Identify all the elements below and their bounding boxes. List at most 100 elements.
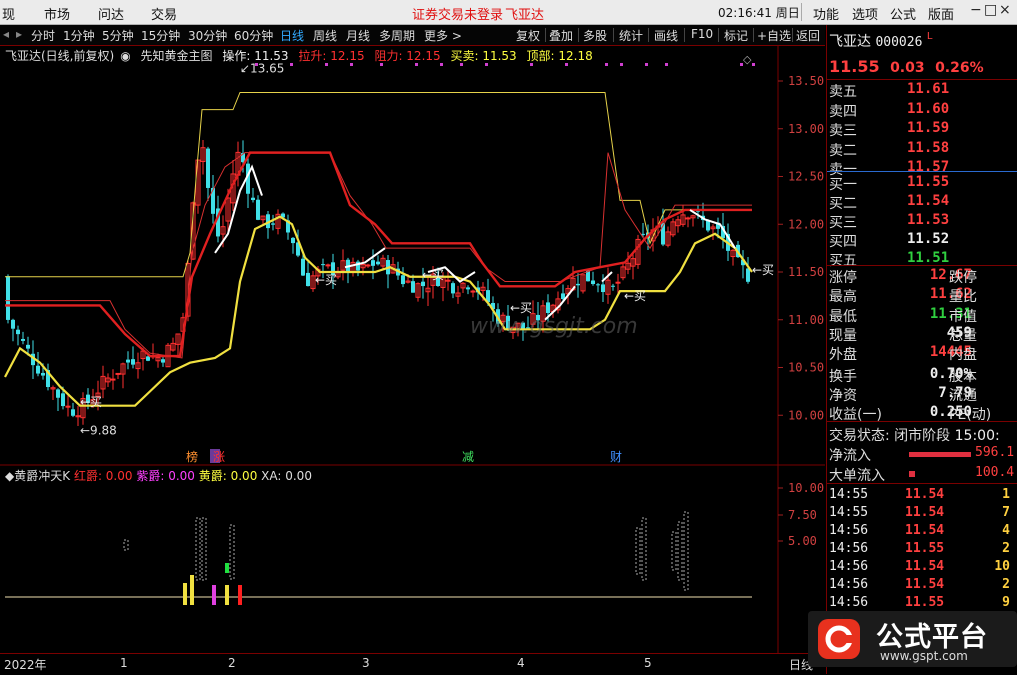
sub-xa: XA: 0.00 <box>261 469 312 483</box>
menu-item-wenda[interactable]: 问达 <box>98 4 124 23</box>
menu-item-options[interactable]: 选项 <box>852 4 878 23</box>
event-tag: 财 <box>610 450 622 464</box>
ask-row[interactable]: 卖四 11.60 <box>829 101 949 121</box>
candle-body <box>126 359 130 363</box>
login-warning[interactable]: 证券交易未登录 <box>412 4 503 23</box>
bid-label: 买一 <box>829 177 857 193</box>
stat-label: 净资 <box>829 387 857 404</box>
period-tab-weekly[interactable]: 周线 <box>313 27 337 44</box>
menu-item-function[interactable]: 功能 <box>813 4 839 23</box>
signal-dot <box>752 63 755 66</box>
tick-row: 14:56 11.54 4 <box>829 523 1017 538</box>
stat-row: 现量 459 总量 <box>829 325 1017 345</box>
ask-label: 卖三 <box>829 123 857 139</box>
chevron-left-icon[interactable]: ◂ <box>3 27 9 41</box>
tick-time: 14:56 <box>829 541 869 556</box>
ask-row[interactable]: 卖五 11.61 <box>829 81 949 101</box>
bid-row[interactable]: 买三 11.53 <box>829 212 949 232</box>
tick-price: 11.54 <box>905 523 945 538</box>
stat-row: 净资 7.79 流通 <box>829 385 1017 405</box>
candle-body <box>591 280 595 285</box>
indicator-toggle-icon[interactable]: ◉ <box>120 49 130 63</box>
date-label: 1 <box>120 656 128 670</box>
sub-y-tick-label: 7.50 <box>788 508 817 522</box>
period-tab-15min[interactable]: 15分钟 <box>141 27 180 44</box>
legend-buysell: 买卖: 11.53 <box>450 49 517 63</box>
sub-red: 红爵: 0.00 <box>73 469 133 483</box>
sub-indicator-name[interactable]: ◆黄爵冲天K <box>5 469 70 483</box>
ask-row[interactable]: 卖二 11.58 <box>829 140 949 160</box>
yellow-bar <box>190 575 194 605</box>
ask-price: 11.60 <box>907 100 950 117</box>
buy-signal-label: ←买 <box>510 301 532 315</box>
net-inflow-bar <box>909 452 971 457</box>
close-icon[interactable]: × <box>999 2 1011 18</box>
menu-item-discover[interactable]: 现 <box>2 4 15 23</box>
tool-overlay[interactable]: 叠加 <box>549 27 573 44</box>
ask-row[interactable]: 卖三 11.59 <box>829 120 949 140</box>
ask-label: 卖四 <box>829 103 857 120</box>
candle-body <box>36 365 40 374</box>
event-tag: 减 <box>462 450 474 464</box>
menu-item-formula[interactable]: 公式 <box>890 4 916 23</box>
buy-signal-label: ←买 <box>422 268 444 282</box>
sub-y-tick-label: 5.00 <box>788 534 817 548</box>
bid-row[interactable]: 买四 11.52 <box>829 231 949 251</box>
period-tab-60min[interactable]: 60分钟 <box>234 27 273 44</box>
stat-label-right: 股本 <box>949 368 977 385</box>
maximize-icon[interactable]: □ <box>984 2 997 18</box>
date-label: 5 <box>644 656 652 670</box>
period-tab-monthly[interactable]: 月线 <box>346 27 370 44</box>
menu-item-market[interactable]: 市场 <box>44 4 70 23</box>
ask-price: 11.57 <box>907 159 950 175</box>
tool-stats[interactable]: 统计 <box>619 27 643 44</box>
indicator-name[interactable]: 先知黄金主图 <box>141 49 213 63</box>
y-tick-label: 11.00 <box>788 313 824 327</box>
sub-purple: 紫爵: 0.00 <box>136 469 195 483</box>
candle-body <box>325 264 331 267</box>
period-tab-5min[interactable]: 5分钟 <box>102 27 134 44</box>
y-tick-label: 10.00 <box>788 408 824 422</box>
tool-mark[interactable]: 标记 <box>724 27 748 44</box>
tool-back[interactable]: 返回 <box>796 27 820 44</box>
stat-row: 外盘 14445 内盘 <box>829 344 1017 364</box>
signal-dot <box>665 63 668 66</box>
big-inflow-bar <box>909 471 915 477</box>
trade-status-time: 15:00: <box>954 428 1000 444</box>
buy-signal-label: ←买 <box>752 263 774 277</box>
kline-chart[interactable]: 13.50 13.00 12.50 12.00 11.50 11.00 10.50 10.00… <box>0 45 825 653</box>
period-tab-30min[interactable]: 30分钟 <box>188 27 227 44</box>
period-tab-fenshi[interactable]: 分时 <box>31 27 55 44</box>
tool-draw[interactable]: 画线 <box>654 27 678 44</box>
tool-f10[interactable]: F10 <box>691 27 713 41</box>
bid-price: 11.54 <box>907 193 950 209</box>
period-tab-multi[interactable]: 多周期 <box>379 27 415 44</box>
bid-price: 11.51 <box>907 250 950 266</box>
menu-item-layout[interactable]: 版面 <box>928 4 954 23</box>
menu-item-trade[interactable]: 交易 <box>151 4 177 23</box>
candle-body <box>321 264 325 266</box>
bid-row[interactable]: 买二 11.54 <box>829 193 949 213</box>
minimize-icon[interactable]: − <box>970 2 982 18</box>
y-tick-label: 13.00 <box>788 122 824 136</box>
ask-price: 11.59 <box>907 120 950 136</box>
chevron-right-icon[interactable]: ▸ <box>16 27 22 41</box>
period-tab-1min[interactable]: 1分钟 <box>63 27 95 44</box>
candle-body <box>470 290 476 293</box>
yellow-bar <box>225 585 229 605</box>
date-label: 4 <box>517 656 525 670</box>
candle-body <box>411 281 415 293</box>
tick-price: 11.54 <box>905 505 945 520</box>
candle-body <box>21 338 25 341</box>
tick-time: 14:56 <box>829 577 869 592</box>
sub-yellow: 黄爵: 0.00 <box>198 469 258 483</box>
candle-body <box>365 264 371 267</box>
period-tab-daily[interactable]: 日线 <box>280 27 304 44</box>
tool-fuquan[interactable]: 复权 <box>516 27 540 44</box>
legend-pull: 拉升: 12.15 <box>298 49 365 63</box>
tool-add-favorite[interactable]: +自选 <box>757 27 791 44</box>
tick-volume: 4 <box>1002 523 1010 538</box>
tool-multistock[interactable]: 多股 <box>583 27 607 44</box>
period-tab-more[interactable]: 更多 > <box>424 27 462 44</box>
bid-row[interactable]: 买一 11.55 <box>829 174 949 194</box>
